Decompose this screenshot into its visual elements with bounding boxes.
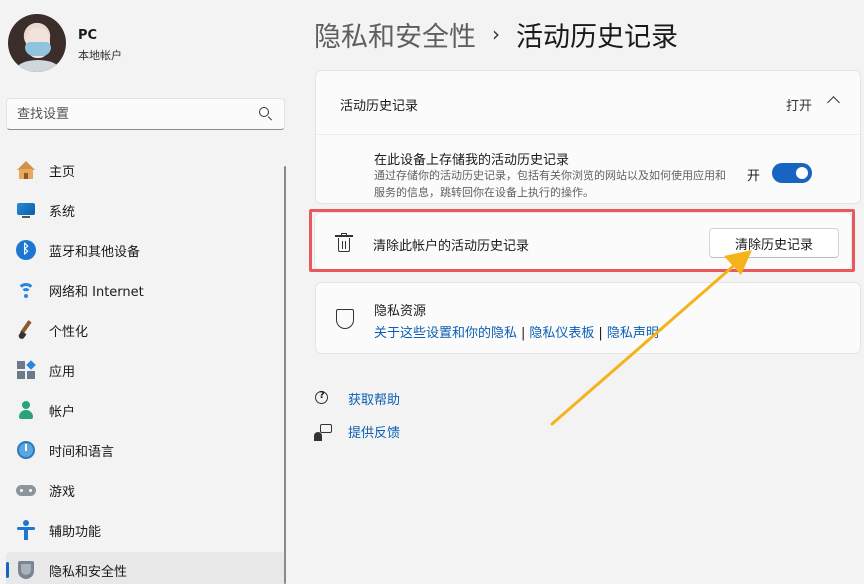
- accessibility-icon: [16, 520, 36, 540]
- sidebar-item-accounts[interactable]: 帐户: [6, 392, 285, 428]
- system-icon: [16, 200, 36, 220]
- sidebar-item-label: 个性化: [49, 324, 89, 340]
- sidebar-item-privacy-security[interactable]: 隐私和安全性: [6, 552, 285, 584]
- privacy-link-about[interactable]: 关于这些设置和你的隐私: [374, 326, 517, 341]
- sidebar-item-apps[interactable]: 应用: [6, 352, 285, 388]
- sidebar-item-bluetooth[interactable]: ᛒ 蓝牙和其他设备: [6, 232, 285, 268]
- activity-history-state: 打开: [785, 99, 812, 114]
- sidebar-item-system[interactable]: 系统: [6, 192, 285, 228]
- privacy-shield-icon: [16, 560, 36, 580]
- avatar[interactable]: [8, 14, 66, 72]
- search-input[interactable]: [17, 106, 258, 122]
- search-box[interactable]: [6, 98, 285, 130]
- page-title: 活动历史记录: [516, 21, 678, 53]
- sidebar: PC 本地帐户 主页 系统 ᛒ 蓝牙和其他设备 网络和 Internet 个性化: [0, 0, 300, 584]
- store-activity-toggle[interactable]: [772, 163, 812, 183]
- sidebar-item-time-language[interactable]: 时间和语言: [6, 432, 285, 468]
- sidebar-item-label: 应用: [49, 364, 76, 380]
- sidebar-item-accessibility[interactable]: 辅助功能: [6, 512, 285, 548]
- bluetooth-icon: ᛒ: [16, 240, 36, 260]
- sidebar-item-label: 辅助功能: [49, 524, 102, 540]
- get-help-link[interactable]: 获取帮助: [348, 389, 400, 408]
- account-icon: [16, 400, 36, 420]
- toggle-state-label: 开: [746, 169, 760, 184]
- annotation-highlight-box: [309, 209, 855, 272]
- privacy-link-dashboard[interactable]: 隐私仪表板: [529, 326, 594, 341]
- sidebar-item-label: 帐户: [49, 404, 76, 420]
- feedback-link[interactable]: 提供反馈: [348, 422, 400, 441]
- brush-icon: [16, 320, 36, 341]
- sidebar-item-gaming[interactable]: 游戏: [6, 472, 285, 508]
- store-activity-label: 在此设备上存储我的活动历史记录: [374, 153, 570, 168]
- feedback-row: 提供反馈: [314, 422, 400, 441]
- store-activity-description: 通过存储你的活动历史记录，包括有关你浏览的网站以及如何使用应用和服务的信息，跳转…: [374, 169, 726, 199]
- shield-icon: [336, 309, 354, 329]
- get-help-row: ? 获取帮助: [314, 389, 400, 408]
- feedback-icon: [314, 423, 332, 441]
- chevron-up-icon[interactable]: [827, 96, 840, 109]
- wifi-icon: [16, 280, 36, 300]
- apps-icon: [16, 360, 36, 380]
- account-type: 本地帐户: [78, 49, 122, 62]
- sidebar-item-label: 隐私和安全性: [49, 564, 128, 580]
- activity-history-header[interactable]: 活动历史记录 打开: [316, 71, 860, 135]
- privacy-link-statement[interactable]: 隐私声明: [607, 326, 659, 341]
- sidebar-item-personalization[interactable]: 个性化: [6, 312, 285, 348]
- breadcrumb: 隐私和安全性 › 活动历史记录: [314, 14, 678, 54]
- sidebar-item-label: 蓝牙和其他设备: [49, 244, 141, 260]
- sidebar-nav: 主页 系统 ᛒ 蓝牙和其他设备 网络和 Internet 个性化 应用 帐户 时…: [6, 152, 285, 584]
- user-name: PC: [78, 28, 98, 43]
- breadcrumb-parent[interactable]: 隐私和安全性: [314, 15, 476, 54]
- sidebar-item-network[interactable]: 网络和 Internet: [6, 272, 285, 308]
- sidebar-item-label: 时间和语言: [49, 444, 115, 460]
- sidebar-item-label: 网络和 Internet: [49, 284, 144, 300]
- home-icon: [16, 160, 36, 180]
- sidebar-item-label: 游戏: [49, 484, 76, 500]
- sidebar-item-label: 系统: [49, 204, 76, 220]
- help-icon: ?: [314, 390, 332, 408]
- search-icon[interactable]: [258, 106, 274, 122]
- chevron-right-icon: ›: [492, 22, 500, 46]
- privacy-links: 关于这些设置和你的隐私 | 隐私仪表板 | 隐私声明: [374, 326, 659, 341]
- sidebar-scrollbar[interactable]: [284, 166, 286, 584]
- privacy-resources-title: 隐私资源: [374, 304, 427, 319]
- gaming-icon: [16, 480, 36, 500]
- activity-history-card: 活动历史记录 打开 在此设备上存储我的活动历史记录 通过存储你的活动历史记录，包…: [315, 70, 861, 204]
- activity-history-title: 活动历史记录: [340, 99, 419, 114]
- privacy-resources-card: 隐私资源 关于这些设置和你的隐私 | 隐私仪表板 | 隐私声明: [315, 282, 861, 354]
- sidebar-item-label: 主页: [49, 164, 76, 180]
- time-language-icon: [16, 440, 36, 460]
- sidebar-item-home[interactable]: 主页: [6, 152, 285, 188]
